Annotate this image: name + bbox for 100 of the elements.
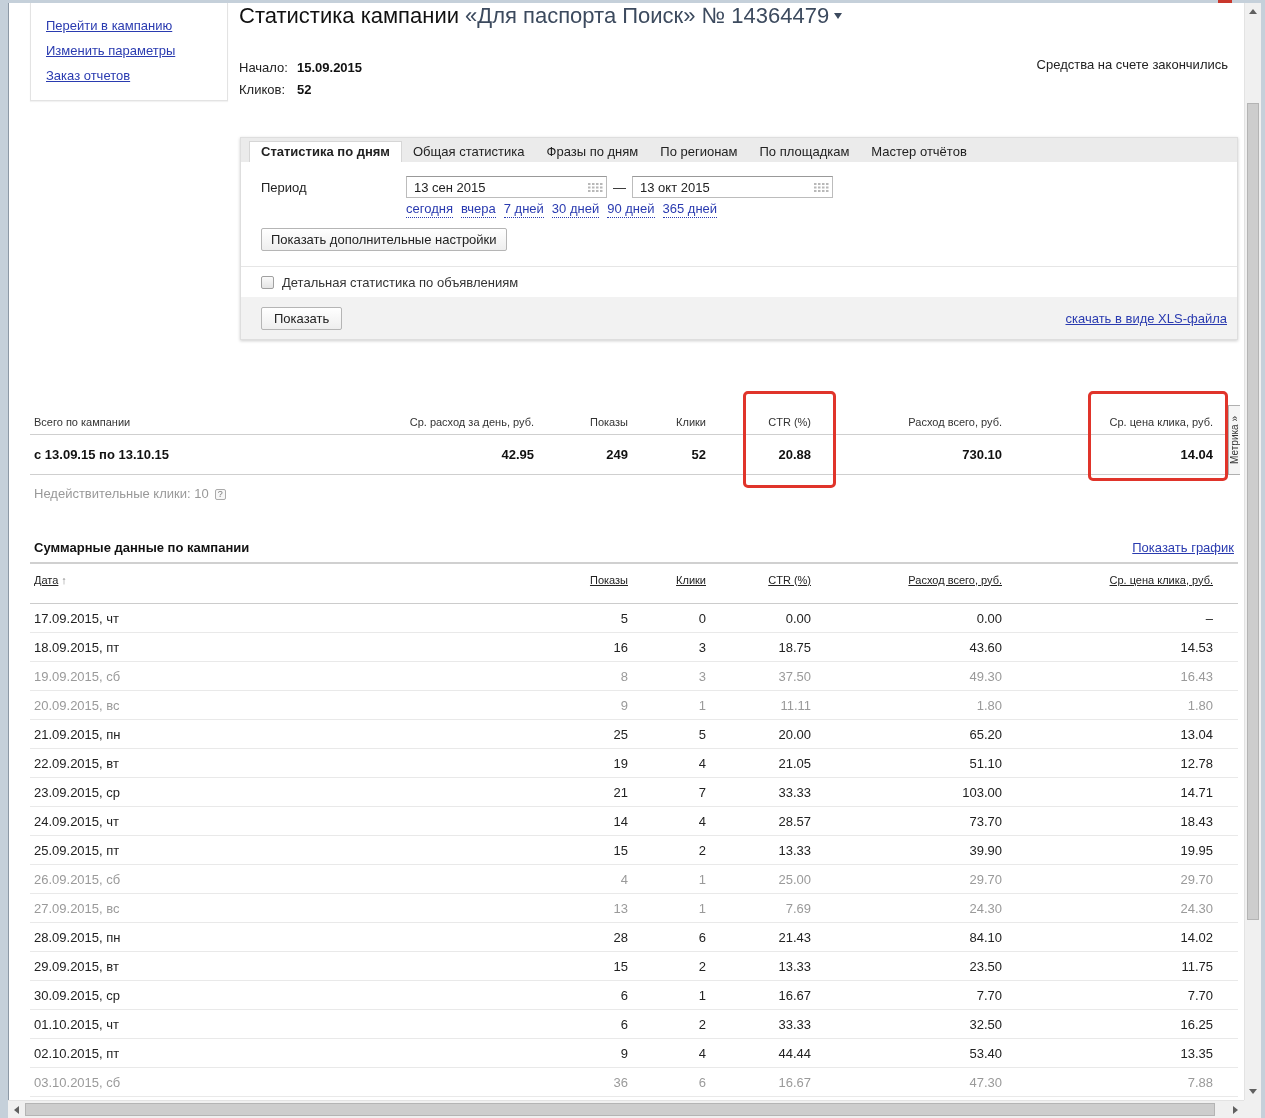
table-cell: 3: [698, 668, 706, 684]
table-cell: 24.09.2015, чт: [34, 813, 119, 829]
table-cell: 19.95: [1180, 842, 1213, 858]
table-cell: 6: [698, 1074, 706, 1090]
table-cell: 49.30: [969, 668, 1002, 684]
info-value: 15.09.2015: [297, 59, 363, 77]
table-cell: 7.69: [785, 900, 811, 916]
invalid-clicks-text: Недействительные клики: 10: [34, 485, 209, 503]
info-value: 52: [297, 81, 312, 99]
table-cell: 19: [613, 755, 628, 771]
show-button[interactable]: Показать: [261, 306, 343, 330]
campaign-dropdown[interactable]: «Для паспорта Поиск» № 14364479: [465, 3, 843, 29]
total-value: 42.95: [501, 446, 534, 463]
table-cell: 21: [613, 784, 628, 800]
table-cell: 17.09.2015, чт: [34, 610, 119, 626]
total-value: 249: [606, 446, 628, 463]
table-cell: 29.09.2015, вт: [34, 958, 119, 974]
column-header[interactable]: Клики: [676, 573, 706, 586]
right-arrow-icon[interactable]: [1233, 1105, 1238, 1114]
table-cell: 03.10.2015, сб: [34, 1074, 121, 1090]
tab[interactable]: По регионам: [649, 141, 749, 162]
date-preset-link[interactable]: 90 дней: [607, 201, 655, 218]
left-arrow-icon[interactable]: [14, 1105, 19, 1114]
table-cell: 18.43: [1180, 813, 1213, 829]
total-value: 52: [691, 446, 706, 463]
table-cell: 16: [613, 639, 628, 655]
caret-icon: [834, 13, 843, 19]
sort-indicator: ↑: [61, 573, 67, 586]
table-cell: 22.09.2015, вт: [34, 755, 119, 771]
field-label: Период: [261, 179, 307, 195]
scrollbar-thumb[interactable]: [1247, 103, 1259, 920]
side-tab[interactable]: Метрика »: [1228, 405, 1240, 475]
more-settings-button[interactable]: Показать дополнительные настройки: [261, 228, 507, 251]
sidebar-link[interactable]: Изменить параметры: [46, 38, 176, 63]
scrollbar-thumb[interactable]: [25, 1103, 1215, 1116]
column-header: CTR (%): [768, 415, 811, 429]
date-preset-link[interactable]: 30 дней: [551, 201, 600, 218]
checkbox[interactable]: [261, 275, 274, 289]
table-cell: 27.09.2015, вс: [34, 900, 120, 916]
table-cell: 18.75: [778, 639, 811, 655]
date-field[interactable]: 13 сен 2015: [406, 176, 607, 198]
table-cell: 6: [620, 987, 628, 1003]
tab[interactable]: По площадкам: [748, 141, 861, 162]
table-cell: 20.09.2015, вс: [34, 697, 120, 713]
table-cell: 11.11: [780, 697, 811, 713]
table-cell: 7.70: [1187, 987, 1213, 1003]
table-cell: 1: [698, 871, 706, 887]
down-arrow-icon[interactable]: [1249, 1089, 1257, 1094]
download-link[interactable]: скачать в виде XLS-файла: [1065, 310, 1227, 326]
date-field[interactable]: 13 окт 2015: [632, 176, 833, 198]
column-header[interactable]: Показы: [589, 573, 628, 586]
table-cell: 21.05: [778, 755, 811, 771]
table-cell: 28.09.2015, пн: [34, 929, 121, 945]
date-preset-link[interactable]: вчера: [460, 201, 496, 218]
table-cell: 14: [613, 813, 628, 829]
table-cell: 44.44: [778, 1045, 811, 1061]
total-value: 730.10: [962, 446, 1002, 463]
show-chart-link[interactable]: Показать график: [1132, 539, 1234, 557]
column-header: Клики: [676, 415, 706, 429]
column-header[interactable]: CTR (%): [768, 573, 811, 586]
horizontal-scrollbar[interactable]: [8, 1100, 1244, 1118]
table-cell: 1: [698, 987, 706, 1003]
column-header[interactable]: Ср. цена клика, руб.: [1109, 573, 1213, 586]
info-label: Кликов:: [239, 81, 285, 99]
tab[interactable]: Мастер отчётов: [860, 141, 978, 162]
close-button[interactable]: [1218, 0, 1232, 3]
total-value: с 13.09.15 по 13.10.15: [34, 446, 170, 463]
table-cell: 13: [613, 900, 628, 916]
table-cell: 4: [698, 813, 706, 829]
tab[interactable]: Статистика по дням: [249, 141, 402, 162]
dots-grid-icon[interactable]: [588, 182, 603, 192]
dots-grid-icon[interactable]: [814, 182, 829, 192]
date-preset-link[interactable]: сегодня: [406, 201, 453, 218]
table-cell: 2: [698, 1016, 706, 1032]
table-cell: 32.50: [969, 1016, 1002, 1032]
tab[interactable]: Общая статистика: [402, 141, 536, 162]
table-cell: 29.70: [1180, 871, 1213, 887]
table-cell: 11.75: [1181, 958, 1213, 974]
help-button[interactable]: ?: [214, 488, 226, 500]
table-cell: 9: [620, 1045, 628, 1061]
date-preset-link[interactable]: 7 дней: [503, 201, 544, 218]
column-header: Ср. цена клика, руб.: [1109, 415, 1213, 429]
column-header[interactable]: Расход всего, руб.: [908, 573, 1002, 586]
table-cell: 7: [698, 784, 706, 800]
sidebar-link[interactable]: Заказ отчетов: [46, 63, 131, 88]
table-cell: 13.04: [1180, 726, 1213, 742]
tab[interactable]: Фразы по дням: [535, 141, 650, 162]
sidebar-link[interactable]: Перейти в кампанию: [46, 13, 173, 38]
table-cell: 37.50: [778, 668, 811, 684]
table-cell: 15: [613, 958, 628, 974]
table-cell: 0.00: [785, 610, 811, 626]
page-title: Статистика кампании: [239, 3, 459, 29]
column-header: Всего по кампании: [34, 415, 131, 429]
up-arrow-icon[interactable]: [1249, 9, 1257, 14]
column-header: Расход всего, руб.: [908, 415, 1002, 429]
table-cell: 5: [620, 610, 628, 626]
vertical-scrollbar[interactable]: [1244, 3, 1261, 1100]
table-cell: 33.33: [778, 784, 811, 800]
date-preset-link[interactable]: 365 дней: [662, 201, 718, 218]
column-header[interactable]: Дата: [34, 573, 59, 586]
